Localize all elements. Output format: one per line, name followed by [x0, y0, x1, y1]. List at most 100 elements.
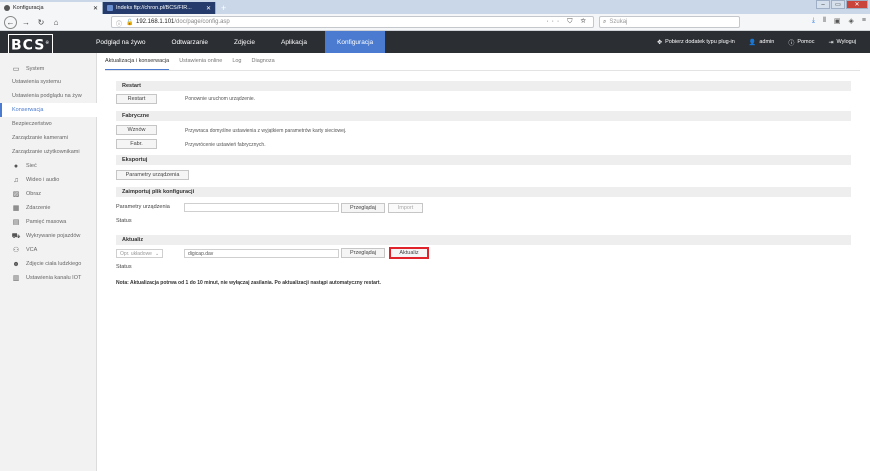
- library-icon[interactable]: ⫴: [823, 17, 826, 25]
- sidebar-sub-security[interactable]: Bezpieczeństwo: [0, 117, 97, 131]
- person-icon: ☻: [12, 260, 20, 268]
- restore-button[interactable]: Wznów: [116, 125, 157, 135]
- nav-live-view[interactable]: Podgląd na żywo: [88, 31, 154, 53]
- sidebar-item-image[interactable]: ▨ Obraz: [0, 187, 97, 201]
- sidebar: ▭ System Ustawienia systemu Ustawienia p…: [0, 53, 97, 471]
- export-parameters-button[interactable]: Parametry urządzenia: [116, 170, 189, 180]
- search-input[interactable]: ⌕ Szukaj: [599, 16, 740, 28]
- sidebar-item-vca[interactable]: ⚇ VCA: [0, 243, 97, 257]
- import-browse-button[interactable]: Przeglądaj: [341, 203, 385, 213]
- minimize-icon[interactable]: –: [816, 0, 830, 9]
- image-icon: ▨: [12, 191, 20, 198]
- home-icon[interactable]: ⌂: [50, 16, 62, 28]
- tab-divider: [105, 70, 860, 71]
- browser-toolbar-icons: ⤓ ⫴ ▣ ◈ ≡: [804, 17, 866, 25]
- section-restart-title: Restart: [116, 81, 851, 91]
- calendar-icon: ▦: [12, 205, 20, 212]
- storage-icon: ▤: [12, 219, 20, 226]
- nav-configuration[interactable]: Konfiguracja: [325, 31, 386, 53]
- tab-upgrade-maintenance[interactable]: Aktualizacja i konserwacja: [105, 58, 170, 70]
- search-icon: ⌕: [603, 18, 607, 25]
- vehicle-icon: ⛟: [11, 232, 21, 240]
- sidebar-sub-user-management[interactable]: Zarządzanie użytkownikami: [0, 145, 97, 159]
- browser-tab-title: Konfiguracja: [13, 5, 44, 11]
- user-menu[interactable]: 👤 admin: [749, 39, 774, 46]
- sidebar-item-label: Zdjęcie ciała ludzkiego: [26, 261, 82, 267]
- sidebar-item-label: Wideo i audio: [26, 177, 60, 183]
- sidebar-item-label: Obraz: [26, 191, 41, 197]
- logout-link[interactable]: ⇥ Wyloguj: [828, 39, 856, 46]
- section-import-title: Zaimportuj plik konfiguracji: [116, 187, 851, 197]
- plugin-download-link[interactable]: ✥ Pobierz dodatek typu plug-in: [657, 39, 735, 46]
- menu-icon[interactable]: ≡: [862, 17, 866, 25]
- sidebar-sub-camera-management[interactable]: Zarządzanie kamerami: [0, 131, 97, 145]
- search-placeholder: Szukaj: [609, 19, 628, 25]
- favicon-icon: [107, 5, 113, 11]
- nav-playback[interactable]: Odtwarzanie: [164, 31, 217, 53]
- back-icon[interactable]: ←: [4, 15, 17, 29]
- browser-tab-inactive[interactable]: Indeks ftp://chron.pl/BCS/FIR... ✕: [103, 2, 216, 14]
- sidebar-item-event[interactable]: ▦ Zdarzenie: [0, 201, 97, 215]
- sidebar-toggle-icon[interactable]: ▣: [834, 17, 841, 25]
- plugin-label: Pobierz dodatek typu plug-in: [665, 39, 735, 45]
- insecure-lock-icon[interactable]: 🔓: [126, 19, 133, 26]
- upgrade-file-field[interactable]: digicap.dav: [184, 249, 339, 258]
- bcs-logo: BCS®: [8, 34, 54, 55]
- upgrade-browse-button[interactable]: Przeglądaj: [341, 248, 385, 258]
- header-right: ✥ Pobierz dodatek typu plug-in 👤 admin ⓘ Po…: [643, 31, 856, 53]
- restart-button[interactable]: Restart: [116, 94, 157, 104]
- nav-application[interactable]: Aplikacja: [273, 31, 315, 53]
- factory-default-button[interactable]: Fabr.: [116, 139, 157, 149]
- upgrade-button[interactable]: Aktualiz: [389, 247, 429, 259]
- sidebar-item-label: Ustawienia kanału IOT: [26, 275, 82, 281]
- section-factory-title: Fabryczne: [116, 111, 851, 121]
- tab-online-settings[interactable]: Ustawienia online: [179, 58, 222, 70]
- download-icon[interactable]: ⤓: [812, 17, 815, 25]
- help-label: Pomoc: [797, 39, 815, 45]
- sidebar-sub-maintenance[interactable]: Konserwacja: [0, 103, 97, 117]
- sidebar-item-label: Zdarzenie: [26, 205, 51, 211]
- info-icon[interactable]: ⓘ: [116, 19, 122, 28]
- sidebar-item-vehicle-detection[interactable]: ⛟ Wykrywanie pojazdów: [0, 229, 97, 243]
- sidebar-item-video-audio[interactable]: ♫ Wideo i audio: [0, 173, 97, 187]
- browser-tabbar: Konfiguracja ✕ Indeks ftp://chron.pl/BCS…: [0, 0, 870, 14]
- sidebar-item-human-body[interactable]: ☻ Zdjęcie ciała ludzkiego: [0, 257, 97, 271]
- tab-log[interactable]: Log: [232, 58, 241, 70]
- reload-icon[interactable]: ↻: [35, 16, 47, 28]
- new-tab-button[interactable]: +: [216, 2, 231, 14]
- browser-tab-title: Indeks ftp://chron.pl/BCS/FIR...: [116, 5, 192, 11]
- sidebar-item-storage[interactable]: ▤ Pamięć masowa: [0, 215, 97, 229]
- section-upgrade-title: Aktualiz: [116, 235, 851, 245]
- sidebar-item-label: Wykrywanie pojazdów: [26, 233, 81, 239]
- import-button[interactable]: Import: [388, 203, 423, 213]
- sub-tabs: Aktualizacja i konserwacja Ustawienia on…: [105, 58, 285, 70]
- tab-diagnosis[interactable]: Diagnoza: [252, 58, 275, 70]
- maximize-icon[interactable]: ▭: [831, 0, 845, 9]
- extension-icon[interactable]: ◈: [849, 17, 854, 25]
- sidebar-sub-system-settings[interactable]: Ustawienia systemu: [0, 75, 97, 89]
- forward-icon[interactable]: →: [20, 16, 32, 28]
- firmware-select[interactable]: Opr. układowe ⌄: [116, 249, 163, 258]
- nav-picture[interactable]: Zdjęcie: [226, 31, 263, 53]
- sidebar-sub-live-view-settings[interactable]: Ustawienia podglądu na żyw: [0, 89, 97, 103]
- url-bar[interactable]: ⓘ 🔓 192.168.1.101 /doc/page/config.asp ·…: [111, 16, 594, 28]
- page-actions-icon[interactable]: ··· ⛉ ☆: [546, 18, 589, 26]
- close-window-icon[interactable]: ✕: [846, 0, 868, 9]
- sidebar-item-label: Pamięć masowa: [26, 219, 67, 225]
- sidebar-item-system[interactable]: ▭ System: [0, 62, 97, 76]
- puzzle-icon: ✥: [657, 39, 663, 46]
- favicon-icon: [4, 5, 10, 11]
- user-icon: 👤: [748, 39, 757, 46]
- sidebar-item-iot-channel[interactable]: ▥ Ustawienia kanału IOT: [0, 271, 97, 285]
- browser-tab-active[interactable]: Konfiguracja ✕: [0, 2, 103, 14]
- close-tab-icon[interactable]: ✕: [206, 5, 211, 12]
- sidebar-item-network[interactable]: ● Sieć: [0, 159, 97, 173]
- window-controls: – ▭ ✕: [815, 0, 868, 9]
- upgrade-status: Status: [116, 264, 132, 270]
- help-icon: ⓘ: [788, 40, 795, 47]
- content-area: Aktualizacja i konserwacja Ustawienia on…: [97, 53, 870, 471]
- help-link[interactable]: ⓘ Pomoc: [788, 38, 814, 47]
- iot-icon: ▥: [12, 275, 20, 282]
- import-file-field[interactable]: [184, 203, 339, 212]
- close-tab-icon[interactable]: ✕: [93, 5, 98, 12]
